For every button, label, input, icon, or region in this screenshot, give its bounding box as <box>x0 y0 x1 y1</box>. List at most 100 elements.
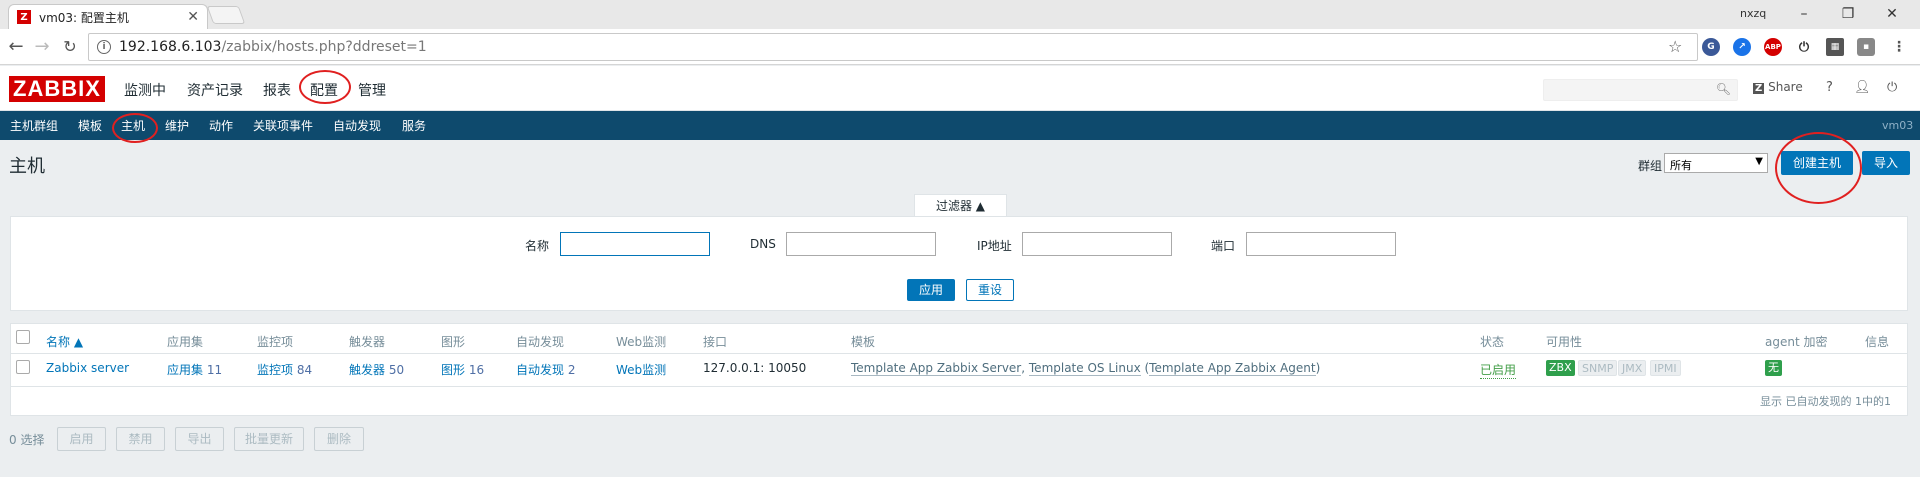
maximize-icon[interactable]: ❐ <box>1828 3 1868 25</box>
column-header-info: 信息 <box>1865 335 1890 349</box>
qr-code-icon[interactable]: ▦ <box>1826 38 1844 56</box>
applications-label: 应用集 <box>167 363 204 377</box>
user-profile-icon[interactable]: 👤︎ <box>1854 80 1871 95</box>
bookmark-star-icon[interactable]: ☆ <box>1668 37 1682 56</box>
dns-input[interactable] <box>786 232 936 256</box>
url-host: 192.168.6.103 <box>119 39 222 55</box>
triggers-link[interactable]: 触发器 50 <box>349 361 404 378</box>
delete-button[interactable]: 删除 <box>314 427 364 451</box>
column-header-web: Web监测 <box>616 335 667 349</box>
applications-link[interactable]: 应用集 11 <box>167 361 222 378</box>
column-header-discovery: 自动发现 <box>516 335 565 349</box>
reload-icon[interactable]: ↻ <box>60 37 80 57</box>
sub-navigation: 主机群组 模板 主机 维护 动作 关联项事件 自动发现 服务 vm03 <box>0 111 1920 140</box>
menu-dots-icon[interactable]: ⋮ <box>1890 38 1908 56</box>
column-header-applications: 应用集 <box>167 335 204 349</box>
tab-title: vm03: 配置主机 <box>39 10 129 25</box>
export-button[interactable]: 导出 <box>175 427 224 451</box>
status-toggle[interactable]: 已启用 <box>1480 361 1517 379</box>
column-header-graphs: 图形 <box>441 335 466 349</box>
adblock-plus-icon[interactable]: ABP <box>1764 38 1782 56</box>
template-link[interactable]: Template App Zabbix Server <box>851 361 1022 376</box>
items-count: 84 <box>296 363 313 377</box>
triggers-count: 50 <box>388 363 405 377</box>
page-title: 主机 <box>9 156 45 177</box>
search-input[interactable]: 🔍︎ <box>1543 79 1738 101</box>
host-name-link[interactable]: Zabbix server <box>46 361 129 375</box>
column-header-interface: 接口 <box>703 335 728 349</box>
jmx-badge: JMX <box>1618 360 1647 376</box>
subnav-host-groups[interactable]: 主机群组 <box>10 117 58 134</box>
menu-inventory[interactable]: 资产记录 <box>187 80 243 100</box>
help-icon[interactable]: ? <box>1826 80 1833 95</box>
url-bar[interactable]: i 192.168.6.103/zabbix/hosts.php?ddreset… <box>88 33 1698 61</box>
encryption-badge: 无 <box>1765 360 1782 376</box>
subnav-templates[interactable]: 模板 <box>78 117 102 134</box>
row-checkbox[interactable] <box>16 360 30 374</box>
minimize-icon[interactable]: – <box>1784 3 1824 25</box>
templates-cell: Template App Zabbix Server, Template OS … <box>851 361 1321 376</box>
select-all-checkbox[interactable] <box>16 330 30 344</box>
column-header-templates: 模板 <box>851 335 876 349</box>
column-header-status[interactable]: 状态 <box>1480 333 1504 350</box>
menu-administration[interactable]: 管理 <box>358 80 386 100</box>
forward-icon[interactable]: → <box>32 37 52 57</box>
column-header-availability: 可用性 <box>1546 335 1583 349</box>
group-label: 群组 <box>1638 159 1663 173</box>
subnav-services[interactable]: 服务 <box>402 117 426 134</box>
apply-button[interactable]: 应用 <box>907 279 955 301</box>
tab-close-icon[interactable]: ✕ <box>187 9 199 25</box>
site-info-icon[interactable]: i <box>97 40 111 54</box>
ipmi-badge: IPMI <box>1650 360 1681 376</box>
subnav-discovery[interactable]: 自动发现 <box>333 117 381 134</box>
group-select[interactable]: 所有 ▼ <box>1664 153 1768 173</box>
template-link[interactable]: Template App Zabbix Agent <box>1149 361 1316 376</box>
name-input[interactable] <box>560 232 710 256</box>
extension-icon[interactable]: G <box>1702 38 1720 56</box>
column-header-name[interactable]: 名称 ▲ <box>46 333 83 350</box>
filter-panel: 名称 DNS IP地址 端口 应用 重设 <box>10 216 1908 311</box>
menu-monitoring[interactable]: 监测中 <box>124 80 166 100</box>
graphs-label: 图形 <box>441 363 466 377</box>
disable-button[interactable]: 禁用 <box>116 427 165 451</box>
import-button[interactable]: 导入 <box>1862 151 1910 175</box>
new-tab-button[interactable] <box>206 6 246 24</box>
snmp-badge: SNMP <box>1578 360 1618 376</box>
url-path: /zabbix/hosts.php?ddreset=1 <box>221 39 427 55</box>
mass-update-button[interactable]: 批量更新 <box>234 427 304 451</box>
browser-tab[interactable]: Z vm03: 配置主机 ✕ <box>8 4 208 29</box>
extension-icon[interactable]: ↗ <box>1733 38 1751 56</box>
graphs-count: 16 <box>468 363 485 377</box>
extension-icon[interactable]: ▪ <box>1857 38 1875 56</box>
dns-label: DNS <box>750 237 776 251</box>
zbx-badge: ZBX <box>1546 360 1575 376</box>
web-link[interactable]: Web监测 <box>616 361 666 378</box>
subnav-actions[interactable]: 动作 <box>209 117 233 134</box>
subnav-maintenance[interactable]: 维护 <box>165 117 189 134</box>
table-footer: 显示 已自动发现的 1中的1 <box>1760 395 1891 408</box>
power-icon[interactable]: ⏻ <box>1795 38 1813 56</box>
filter-tab[interactable]: 过滤器 ▲ <box>914 194 1007 217</box>
subnav-correlation[interactable]: 关联项事件 <box>253 117 313 134</box>
template-link[interactable]: Template OS Linux <box>1028 361 1141 376</box>
profile-badge[interactable]: nxzq <box>1740 7 1766 20</box>
port-input[interactable] <box>1246 232 1396 256</box>
ip-input[interactable] <box>1022 232 1172 256</box>
share-link[interactable]: Z Share <box>1753 80 1803 94</box>
back-icon[interactable]: ← <box>6 37 26 57</box>
sign-out-icon[interactable]: ⏻ <box>1887 80 1897 95</box>
graphs-link[interactable]: 图形 16 <box>441 361 484 378</box>
browser-toolbar: ← → ↻ i 192.168.6.103/zabbix/hosts.php?d… <box>0 29 1920 65</box>
items-link[interactable]: 监控项 84 <box>257 361 312 378</box>
server-name: vm03 <box>1882 119 1914 132</box>
search-icon[interactable]: 🔍︎ <box>1716 82 1731 96</box>
menu-reports[interactable]: 报表 <box>263 80 291 100</box>
chevron-down-icon: ▼ <box>1755 156 1763 167</box>
zabbix-logo[interactable]: ZABBIX <box>9 76 105 102</box>
close-window-icon[interactable]: ✕ <box>1872 3 1912 25</box>
zabbix-header: ZABBIX 监测中 资产记录 报表 配置 管理 🔍︎ Z Share ? 👤︎… <box>0 66 1920 111</box>
reset-button[interactable]: 重设 <box>966 279 1014 301</box>
enable-button[interactable]: 启用 <box>57 427 106 451</box>
discovery-link[interactable]: 自动发现 2 <box>516 361 575 378</box>
browser-tab-bar: Z vm03: 配置主机 ✕ nxzq – ❐ ✕ <box>0 0 1920 29</box>
